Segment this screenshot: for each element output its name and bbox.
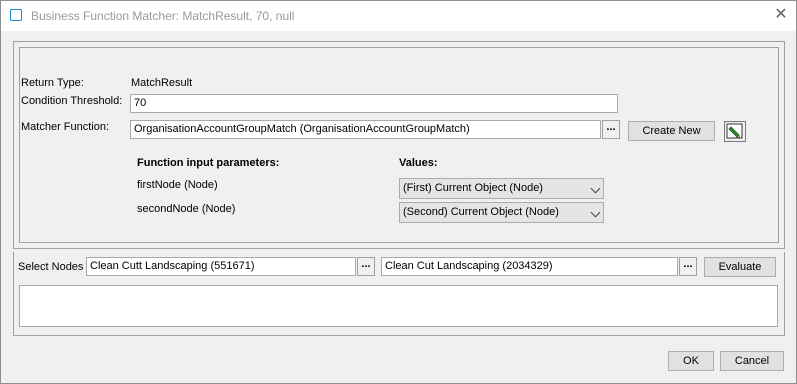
return-type-value: MatchResult: [131, 77, 193, 89]
evaluate-button[interactable]: Evaluate: [704, 257, 776, 277]
node2-input[interactable]: Clean Cut Landscaping (2034329): [381, 257, 678, 276]
cancel-button[interactable]: Cancel: [720, 351, 784, 371]
close-icon[interactable]: ✕: [773, 7, 789, 23]
matcher-function-browse-button[interactable]: ...: [602, 120, 620, 139]
edit-function-button[interactable]: [724, 121, 746, 142]
param-value-secondnode: (Second) Current Object (Node): [403, 206, 559, 218]
title-bar: Business Function Matcher: MatchResult, …: [1, 1, 796, 31]
app-icon: [10, 9, 22, 21]
chevron-down-icon: [590, 183, 601, 194]
matcher-function-input[interactable]: OrganisationAccountGroupMatch (Organisat…: [130, 120, 601, 139]
param-value-select-firstnode[interactable]: (First) Current Object (Node): [399, 178, 604, 199]
pencil-edit-icon: [726, 123, 743, 139]
matcher-function-label: Matcher Function:: [21, 121, 110, 133]
param-name-secondnode: secondNode (Node): [137, 203, 236, 215]
ok-button[interactable]: OK: [668, 351, 714, 371]
return-type-label: Return Type:: [21, 77, 84, 89]
values-header: Values:: [399, 157, 438, 169]
chevron-down-icon: [590, 207, 601, 218]
param-value-firstnode: (First) Current Object (Node): [403, 182, 543, 194]
create-new-button[interactable]: Create New: [628, 121, 715, 141]
evaluation-result-area: [19, 285, 778, 327]
node2-browse-button[interactable]: ...: [679, 257, 697, 276]
node1-input[interactable]: Clean Cutt Landscaping (551671): [86, 257, 356, 276]
param-value-select-secondnode[interactable]: (Second) Current Object (Node): [399, 202, 604, 223]
node1-browse-button[interactable]: ...: [357, 257, 375, 276]
condition-threshold-input[interactable]: 70: [130, 94, 618, 113]
select-nodes-label: Select Nodes: [18, 261, 84, 273]
function-input-parameters-header: Function input parameters:: [137, 157, 280, 169]
param-name-firstnode: firstNode (Node): [137, 179, 218, 191]
condition-threshold-label: Condition Threshold:: [21, 95, 123, 107]
window-title: Business Function Matcher: MatchResult, …: [31, 9, 295, 23]
